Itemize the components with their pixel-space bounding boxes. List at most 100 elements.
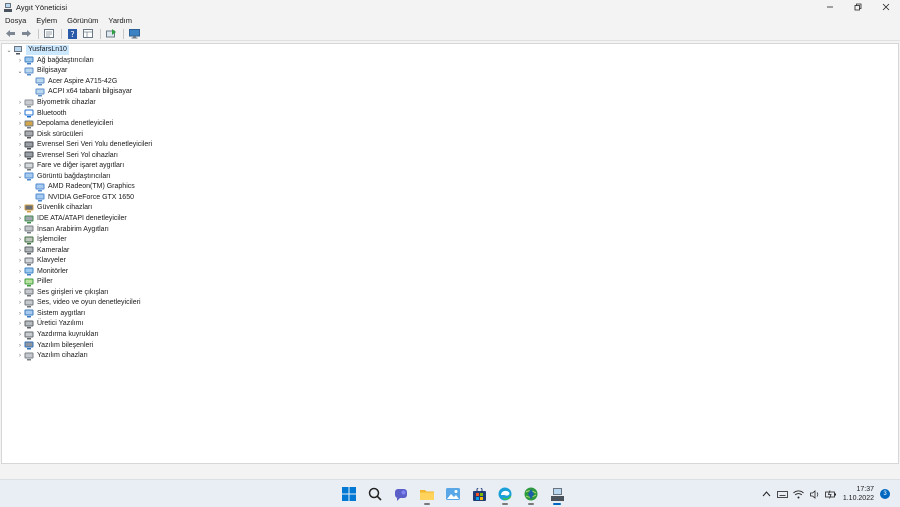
volume-button[interactable] bbox=[808, 487, 822, 501]
chat-icon bbox=[395, 488, 407, 501]
tree-category[interactable]: › Monitörler bbox=[2, 266, 898, 277]
chevron-down-icon[interactable]: ⌄ bbox=[5, 45, 13, 55]
tree-item-label: Görüntü bağdaştırıcıları bbox=[37, 172, 111, 180]
network-app-button[interactable] bbox=[518, 483, 544, 505]
close-button[interactable] bbox=[872, 0, 900, 14]
chevron-right-icon[interactable]: › bbox=[16, 119, 24, 129]
chevron-right-icon[interactable]: › bbox=[16, 151, 24, 161]
back-button[interactable] bbox=[3, 28, 17, 40]
properties-icon bbox=[44, 29, 54, 38]
battery-button[interactable] bbox=[824, 487, 838, 501]
tree-category[interactable]: › Yazdırma kuyrukları bbox=[2, 330, 898, 341]
chevron-right-icon[interactable]: › bbox=[16, 298, 24, 308]
tree-category[interactable]: › Piller bbox=[2, 277, 898, 288]
chevron-right-icon[interactable]: › bbox=[16, 351, 24, 361]
tree-category[interactable]: › Disk sürücüleri bbox=[2, 129, 898, 140]
chevron-right-icon[interactable]: › bbox=[16, 98, 24, 108]
tree-item-label: Üretici Yazılımı bbox=[37, 320, 84, 328]
restore-button[interactable] bbox=[844, 0, 872, 14]
start-button[interactable] bbox=[336, 483, 362, 505]
menu-eylem[interactable]: Eylem bbox=[31, 15, 62, 26]
tree-category[interactable]: › Üretici Yazılımı bbox=[2, 319, 898, 330]
computer-root-icon bbox=[14, 45, 22, 55]
tree-category[interactable]: › Bluetooth bbox=[2, 108, 898, 119]
menu-dosya[interactable]: Dosya bbox=[0, 15, 31, 26]
tree-category[interactable]: › Klavyeler bbox=[2, 256, 898, 267]
tree-category[interactable]: › Fare ve diğer işaret aygıtları bbox=[2, 161, 898, 172]
tree-device[interactable]: ACPI x64 tabanlı bilgisayar bbox=[2, 87, 898, 98]
chevron-right-icon[interactable]: › bbox=[16, 330, 24, 340]
menu-yardim[interactable]: Yardım bbox=[103, 15, 137, 26]
tree-category[interactable]: › Güvenlik cihazları bbox=[2, 203, 898, 214]
tree-device[interactable]: NVIDIA GeForce GTX 1650 bbox=[2, 193, 898, 204]
tree-category[interactable]: › Evrensel Seri Veri Yolu denetleyicileri bbox=[2, 140, 898, 151]
wifi-button[interactable] bbox=[792, 487, 806, 501]
tree-category[interactable]: › Kameralar bbox=[2, 245, 898, 256]
chevron-right-icon[interactable]: › bbox=[16, 246, 24, 256]
chevron-right-icon[interactable]: › bbox=[16, 214, 24, 224]
forward-button[interactable] bbox=[19, 28, 33, 40]
photos-button[interactable] bbox=[440, 483, 466, 505]
tree-category[interactable]: ⌄ Görüntü bağdaştırıcıları bbox=[2, 172, 898, 183]
chevron-right-icon[interactable]: › bbox=[16, 161, 24, 171]
teams-chat-button[interactable] bbox=[388, 483, 414, 505]
search-button[interactable] bbox=[362, 483, 388, 505]
tree-category[interactable]: ⌄ Bilgisayar bbox=[2, 66, 898, 77]
file-explorer-button[interactable] bbox=[414, 483, 440, 505]
keyboard-icon bbox=[24, 257, 34, 266]
store-button[interactable] bbox=[466, 483, 492, 505]
chevron-right-icon[interactable]: › bbox=[16, 109, 24, 119]
notification-badge[interactable]: 3 bbox=[880, 489, 890, 499]
device-manager-taskbar-button[interactable] bbox=[544, 483, 570, 505]
chevron-right-icon[interactable]: › bbox=[16, 267, 24, 277]
chevron-right-icon[interactable]: › bbox=[16, 319, 24, 329]
tree-category[interactable]: › IDE ATA/ATAPI denetleyiciler bbox=[2, 214, 898, 225]
chevron-right-icon[interactable]: › bbox=[16, 130, 24, 140]
restore-icon bbox=[854, 3, 862, 11]
chevron-right-icon[interactable]: › bbox=[16, 56, 24, 66]
chevron-right-icon[interactable]: › bbox=[16, 225, 24, 235]
menu-gorunum[interactable]: Görünüm bbox=[62, 15, 103, 26]
view-button[interactable] bbox=[81, 28, 95, 40]
tree-category[interactable]: › Evrensel Seri Yol cihazları bbox=[2, 150, 898, 161]
tree-category[interactable]: › Sistem aygıtları bbox=[2, 309, 898, 320]
tree-category[interactable]: › Yazılım cihazları bbox=[2, 351, 898, 362]
clock[interactable]: 17:37 1.10.2022 bbox=[843, 485, 874, 503]
chevron-right-icon[interactable]: › bbox=[16, 235, 24, 245]
chevron-right-icon[interactable]: › bbox=[16, 288, 24, 298]
tree-category[interactable]: › İşlemciler bbox=[2, 235, 898, 246]
tree-category[interactable]: › Ağ bağdaştırıcıları bbox=[2, 56, 898, 67]
chevron-right-icon[interactable]: › bbox=[16, 140, 24, 150]
tree-root[interactable]: ⌄ YusfarsLn10 bbox=[2, 45, 898, 56]
chevron-right-icon[interactable]: › bbox=[16, 256, 24, 266]
minimize-button[interactable] bbox=[816, 0, 844, 14]
tree-category[interactable]: › Depolama denetleyicileri bbox=[2, 119, 898, 130]
tree-item-label: Yazdırma kuyrukları bbox=[37, 331, 99, 339]
tree-category[interactable]: › Yazılım bileşenleri bbox=[2, 340, 898, 351]
tree-category[interactable]: › Biyometrik cihazlar bbox=[2, 98, 898, 109]
tree-item-label: İnsan Arabirim Aygıtları bbox=[37, 225, 109, 233]
update-driver-button[interactable] bbox=[104, 28, 118, 40]
chevron-down-icon[interactable]: ⌄ bbox=[16, 172, 24, 182]
tree-device[interactable]: AMD Radeon(TM) Graphics bbox=[2, 182, 898, 193]
clock-date: 1.10.2022 bbox=[842, 495, 874, 502]
tree-category[interactable]: › İnsan Arabirim Aygıtları bbox=[2, 224, 898, 235]
keyboard-layout-button[interactable] bbox=[776, 487, 790, 501]
chevron-right-icon[interactable]: › bbox=[16, 309, 24, 319]
bluetooth-icon bbox=[24, 109, 34, 118]
chevron-down-icon[interactable]: ⌄ bbox=[16, 66, 24, 76]
tree-device[interactable]: Acer Aspire A715-42G bbox=[2, 77, 898, 88]
menu-bar: Dosya Eylem Görünüm Yardım bbox=[0, 15, 137, 26]
scan-hardware-button[interactable] bbox=[127, 28, 141, 40]
edge-button[interactable] bbox=[492, 483, 518, 505]
tree-category[interactable]: › Ses, video ve oyun denetleyicileri bbox=[2, 298, 898, 309]
tree-category[interactable]: › Ses girişleri ve çıkışları bbox=[2, 288, 898, 299]
help-button[interactable]: ? bbox=[65, 28, 79, 40]
tree-item-label: Depolama denetleyicileri bbox=[37, 120, 114, 128]
chevron-right-icon[interactable]: › bbox=[16, 277, 24, 287]
properties-button[interactable] bbox=[42, 28, 56, 40]
show-hidden-icons-button[interactable] bbox=[760, 487, 774, 501]
chevron-right-icon[interactable]: › bbox=[16, 341, 24, 351]
chevron-right-icon[interactable]: › bbox=[16, 203, 24, 213]
status-bar bbox=[0, 465, 900, 479]
